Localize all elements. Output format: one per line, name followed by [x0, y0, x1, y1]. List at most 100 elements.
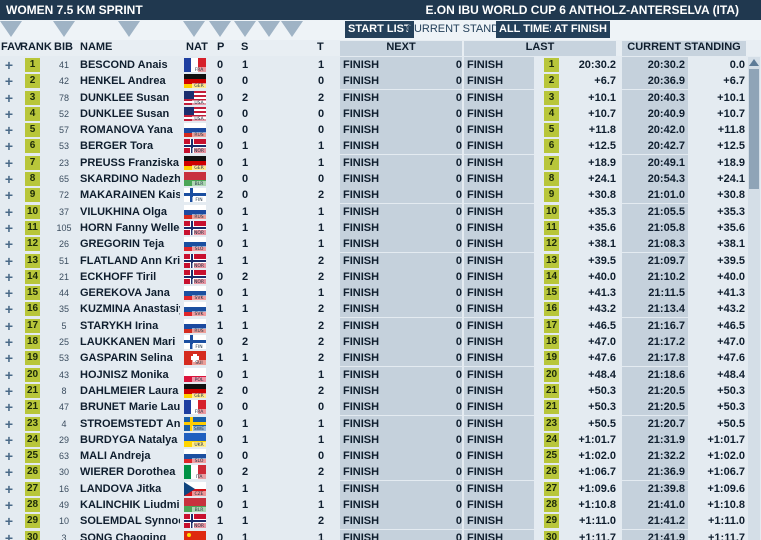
table-row[interactable]: +21 47 BRUNET Marie Laure FRA 0 0 0 FINISH 0 FINI… [0, 399, 746, 416]
fav-button[interactable]: + [3, 513, 15, 529]
fav-button[interactable]: + [3, 497, 15, 513]
fav-button[interactable]: + [3, 481, 15, 497]
fav-button[interactable]: + [3, 464, 15, 480]
svg-text:FRA: FRA [195, 67, 205, 72]
table-row[interactable]: +15 44 GEREKOVA Jana SVK 0 1 1 FINISH 0 FINISH 15 +… [0, 285, 746, 302]
table-row[interactable]: +27 16 LANDOVA Jitka CZE 0 1 1 FINISH 0 FINISH 27 +… [0, 480, 746, 497]
col-t[interactable]: T [317, 41, 324, 53]
table-row[interactable]: +12 26 GREGORIN Teja SLO 0 1 1 FINISH 0 FINISH 12 +… [0, 236, 746, 253]
flag-graphic: FIN [184, 335, 206, 350]
table-row[interactable]: +19 53 GASPARIN Selina SUI 1 1 2 FINISH 0 FINISH 1… [0, 350, 746, 367]
fav-button[interactable]: + [3, 138, 15, 154]
col-p[interactable]: P [217, 41, 224, 53]
fav-button[interactable]: + [3, 269, 15, 285]
flag-graphic: BLR [184, 172, 206, 187]
fav-button[interactable]: + [3, 285, 15, 301]
table-row[interactable]: +3 78 DUNKLEE Susan USA 0 2 2 FINISH 0 FINISH 3 +10… [0, 89, 746, 106]
table-row[interactable]: +30 3 SONG Chaoqing CHN 0 1 1 FINISH 0 FINISH 30 +1… [0, 529, 746, 540]
rank-badge: 28 [25, 498, 40, 513]
table-row[interactable]: +5 57 ROMANOVA Yana RUS 0 0 0 FINISH 0 FINISH 5 +11… [0, 122, 746, 139]
fav-button[interactable]: + [3, 399, 15, 415]
next-status: FINISH [343, 466, 380, 479]
fav-button[interactable]: + [3, 73, 15, 89]
col-nat[interactable]: NAT [186, 41, 208, 53]
table-row[interactable]: +16 35 KUZMINA Anastasiya SVK 1 1 2 FINISH 0 FINI… [0, 301, 746, 318]
filter-extra-icon[interactable] [258, 21, 280, 37]
table-row[interactable]: +7 23 PREUSS Franziska GER 0 1 1 FINISH 0 FINISH 7… [0, 154, 746, 171]
col-current-standing[interactable]: CURRENT STANDING [622, 41, 746, 56]
fav-button[interactable]: + [3, 122, 15, 138]
col-rank[interactable]: RANK [20, 41, 52, 53]
flag-graphic: GER [184, 383, 206, 398]
col-name[interactable]: NAME [80, 41, 112, 53]
filter-fav-icon[interactable] [0, 21, 22, 37]
table-row[interactable]: +13 51 FLATLAND Ann Kristin NOR 1 1 2 FINISH 0 FI… [0, 252, 746, 269]
table-row[interactable]: +11105HORN Fanny Welle-StrandNOR011FINIS… [0, 219, 746, 236]
scroll-up-icon[interactable] [749, 59, 759, 66]
col-s[interactable]: S [241, 41, 248, 53]
rank-badge: 18 [25, 335, 40, 350]
fav-button[interactable]: + [3, 57, 15, 73]
next-status: FINISH [343, 189, 380, 202]
fav-button[interactable]: + [3, 253, 15, 269]
current-diff: +1:02.0 [707, 450, 745, 463]
fav-button[interactable]: + [3, 334, 15, 350]
table-row[interactable]: +9 72 MAKARAINEN Kaisa FIN 2 0 2 FINISH 0 FINISH 9… [0, 187, 746, 204]
bib-number: 30 [58, 467, 69, 478]
scroll-thumb[interactable] [749, 69, 759, 189]
prone-misses: 0 [216, 91, 224, 104]
filter-p-icon[interactable] [209, 21, 231, 37]
fav-button[interactable]: + [3, 90, 15, 106]
svg-text:GER: GER [194, 83, 203, 88]
fav-button[interactable]: + [3, 350, 15, 366]
filter-name-icon[interactable] [118, 21, 140, 37]
table-row[interactable]: +17 5 STARYKH Irina RUS 1 1 2 FINISH 0 FINISH 17 +4… [0, 317, 746, 334]
table-row[interactable]: +2 42 HENKEL Andrea GER 0 0 0 FINISH 0 FINISH 2 +6.… [0, 73, 746, 90]
table-row[interactable]: +28 49 KALINCHIK Liudmila BLR 0 1 1 FINISH 0 FINI… [0, 497, 746, 514]
table-row[interactable]: +10 37 VILUKHINA Olga RUS 0 1 1 FINISH 0 FINISH 10… [0, 203, 746, 220]
table-row[interactable]: +24 29 BURDYGA Natalya UKR 0 1 1 FINISH 0 FINISH 2… [0, 431, 746, 448]
col-bib[interactable]: BIB [54, 41, 73, 53]
fav-button[interactable]: + [3, 383, 15, 399]
next-status: FINISH [343, 368, 380, 381]
fav-button[interactable]: + [3, 155, 15, 171]
col-fav[interactable]: FAV [1, 41, 22, 53]
fav-button[interactable]: + [3, 367, 15, 383]
fav-button[interactable]: + [3, 432, 15, 448]
table-row[interactable]: +1 41 BESCOND Anais FRA 0 1 1 FINISH 0 FINISH 1 20:… [0, 57, 746, 73]
col-last[interactable]: LAST [464, 41, 616, 56]
fav-button[interactable]: + [3, 448, 15, 464]
table-row[interactable]: +26 30 WIERER Dorothea ITA 0 2 2 FINISH 0 FINISH 2… [0, 464, 746, 481]
fav-button[interactable]: + [3, 171, 15, 187]
table-row[interactable]: +234STROEMSTEDT Anna-KarinSWE011FINISH0F… [0, 415, 746, 432]
next-value: 0 [455, 515, 462, 528]
fav-button[interactable]: + [3, 220, 15, 236]
vertical-scrollbar[interactable] [748, 57, 760, 540]
fav-button[interactable]: + [3, 530, 15, 540]
flag-graphic: USA [184, 90, 206, 105]
table-row[interactable]: +29 10 SOLEMDAL Synnoeve NOR 1 1 2 FINISH 0 FINIS… [0, 513, 746, 530]
filter-nat-icon[interactable] [183, 21, 205, 37]
table-row[interactable]: +25 63 MALI Andreja SLO 0 0 0 FINISH 0 FINISH 25 +1… [0, 448, 746, 465]
table-row[interactable]: +14 21 ECKHOFF Tiril NOR 0 2 2 FINISH 0 FINISH 14 +… [0, 268, 746, 285]
fav-button[interactable]: + [3, 301, 15, 317]
filter-t-icon[interactable] [281, 21, 303, 37]
fav-button[interactable]: + [3, 236, 15, 252]
table-row[interactable]: +4 52 DUNKLEE Susan USA 0 0 0 FINISH 0 FINISH 4 +10… [0, 105, 746, 122]
col-next[interactable]: NEXT [340, 41, 462, 56]
table-row[interactable]: +18 25 LAUKKANEN Mari FIN 0 2 2 FINISH 0 FINISH 18… [0, 334, 746, 351]
fav-button[interactable]: + [3, 204, 15, 220]
filter-s-icon[interactable] [234, 21, 256, 37]
filter-bib-icon[interactable] [53, 21, 75, 37]
table-row[interactable]: +6 53 BERGER Tora NOR 0 1 1 FINISH 0 FINISH 6 +12.5… [0, 138, 746, 155]
at-finish-button[interactable]: AT FINISH [551, 21, 610, 38]
fav-button[interactable]: + [3, 106, 15, 122]
fav-button[interactable]: + [3, 187, 15, 203]
fav-button[interactable]: + [3, 416, 15, 432]
table-row[interactable]: +8 65 SKARDINO Nadezhda BLR 0 0 0 FINISH 0 FINISH… [0, 171, 746, 188]
table-row[interactable]: +20 43 HOJNISZ Monika POL 0 1 1 FINISH 0 FINISH 20… [0, 366, 746, 383]
prone-misses: 0 [216, 401, 224, 414]
fav-button[interactable]: + [3, 318, 15, 334]
current-time: 20:42.0 [647, 124, 685, 137]
table-row[interactable]: +21 8 DAHLMEIER Laura GER 2 0 2 FINISH 0 FINISH 21… [0, 382, 746, 399]
